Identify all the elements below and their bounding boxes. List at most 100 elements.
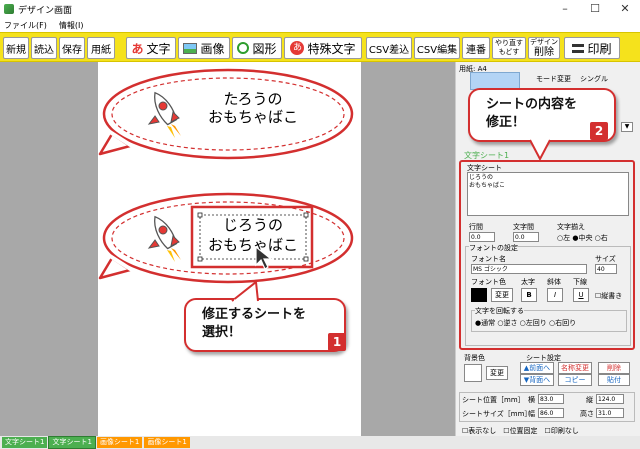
shape-label: 図形 (252, 41, 277, 56)
shape-button[interactable]: 図形 (232, 37, 282, 59)
font-settings-label: フォントの設定 (469, 243, 518, 253)
paste-button[interactable]: 貼付 (598, 374, 630, 386)
rotate-options[interactable]: ●通常 ○逆さ ○左回り ○右回り (475, 318, 576, 328)
vertical-checkbox[interactable]: ☐縦書き (595, 291, 622, 301)
delete-label: 削除 (534, 47, 554, 58)
text-icon: あ (131, 41, 144, 56)
tab-text-sheet-1-selected[interactable]: 文字シート1 (48, 436, 96, 449)
callout-pointer (529, 139, 551, 161)
height-label: 高さ (580, 410, 594, 418)
menu-file[interactable]: ファイル(F) (4, 20, 47, 31)
rot-right: 右回り (555, 319, 577, 327)
text-content-textarea[interactable]: じろうの おもちゃばこ (467, 172, 629, 216)
dropdown-arrow-icon[interactable]: ▼ (621, 122, 633, 132)
save-label: 保存 (62, 44, 82, 56)
size-mm-label: シートサイズ［mm］ (462, 410, 532, 418)
resize-handle[interactable] (303, 256, 309, 262)
text-sheet-1[interactable]: たろうの おもちゃばこ (198, 90, 308, 126)
lock-label: 位置固定 (509, 427, 538, 435)
maximize-button[interactable]: ☐ (580, 0, 610, 18)
textarea-line2: おもちゃばこ (469, 182, 506, 189)
align-center-label: 中央 (578, 234, 593, 242)
italic-label: 斜体 (547, 278, 561, 286)
pos-x-label: 横 (528, 396, 535, 404)
char-spacing-input[interactable]: 0.0 (513, 232, 539, 242)
callout-top-line1: シートの内容を (486, 97, 578, 112)
special-text-icon: あ (290, 41, 305, 55)
pos-x-input[interactable]: 83.0 (538, 394, 564, 404)
underline-button[interactable]: U (573, 288, 589, 302)
width-input[interactable]: 86.0 (538, 408, 564, 418)
save-button[interactable]: 保存 (59, 37, 85, 59)
bold-label: 太字 (521, 278, 535, 286)
image-label: 画像 (200, 41, 225, 56)
callout-bottom-line1: 修正するシートを (202, 307, 307, 322)
font-select[interactable]: MS ゴシック (471, 264, 587, 274)
to-back-button[interactable]: ▼背面へ (520, 374, 554, 386)
line-spacing-input[interactable]: 0.0 (469, 232, 495, 242)
step-badge-2: 2 (590, 122, 608, 140)
copy-button[interactable]: コピー (558, 374, 592, 386)
app-icon (4, 4, 14, 14)
font-color-change-button[interactable]: 変更 (491, 288, 513, 302)
sheet1-line1: たろうの (223, 90, 283, 108)
undo-button[interactable]: もどす (499, 48, 520, 57)
pos-y-input[interactable]: 124.0 (596, 394, 624, 404)
design-label: デザイン (530, 38, 558, 46)
paper: たろうの おもちゃばこ じろうの おもちゃばこ (98, 62, 361, 436)
rename-button[interactable]: 名称変更 (558, 362, 592, 374)
close-button[interactable]: ✕ (610, 0, 640, 18)
bold-button[interactable]: B (521, 288, 537, 302)
pos-y-label: 縦 (586, 396, 593, 404)
align-right-label: 右 (600, 234, 608, 242)
align-label: 文字揃え (557, 223, 585, 231)
resize-handle[interactable] (197, 256, 203, 262)
new-label: 新規 (6, 44, 26, 56)
hide-label: 表示なし (468, 427, 497, 435)
delete-button[interactable]: デザイン 削除 (528, 37, 560, 59)
bg-color-change-button[interactable]: 変更 (486, 366, 508, 380)
callout-select-sheet: 修正するシートを 選択！ (184, 298, 346, 352)
no-print-label: 印刷なし (550, 427, 579, 435)
font-name-label: フォント名 (471, 255, 506, 263)
title-bar: デザイン画面 – ☐ ✕ (0, 0, 640, 18)
menu-info[interactable]: 情報(I) (59, 20, 84, 31)
csv-insert-label: CSV差込 (368, 44, 410, 56)
paper-button[interactable]: 用紙 (87, 37, 115, 59)
image-button[interactable]: 画像 (178, 37, 230, 59)
csv-edit-button[interactable]: CSV編集 (414, 37, 460, 59)
single-label: シングル (580, 75, 608, 83)
tab-image-sheet-1b[interactable]: 画像シート1 (144, 437, 190, 448)
csv-insert-button[interactable]: CSV差込 (366, 37, 412, 59)
rot-reverse: 逆さ (503, 319, 518, 327)
text-sheet-2[interactable]: じろうの おもちゃばこ (198, 215, 308, 255)
tab-image-sheet-1[interactable]: 画像シート1 (96, 437, 143, 448)
serial-label: 連番 (466, 44, 486, 56)
position-label: シート位置［mm］ (462, 396, 525, 404)
text-button[interactable]: あ文字 (126, 37, 176, 59)
redo-undo-group: やり直す もどす (492, 37, 526, 59)
align-left-label: 左 (563, 234, 571, 242)
tab-text-sheet-1[interactable]: 文字シート1 (2, 437, 48, 448)
circle-icon (237, 42, 250, 54)
serial-button[interactable]: 連番 (462, 37, 490, 59)
text-sheet-editor: 文字シート じろうの おもちゃばこ 行間 0.0 文字間 0.0 文字揃え ○左… (459, 160, 635, 350)
height-input[interactable]: 31.0 (596, 408, 624, 418)
align-options[interactable]: ○左 ●中央 ○右 (557, 233, 608, 243)
minimize-button[interactable]: – (550, 0, 580, 18)
mode-change-button[interactable]: モード変更 (536, 74, 571, 84)
delete-sheet-button[interactable]: 削除 (598, 362, 630, 374)
printer-icon (572, 43, 585, 53)
new-button[interactable]: 新規 (3, 37, 29, 59)
print-button[interactable]: 印刷 (564, 37, 620, 59)
checkbox-row[interactable]: ☐表示なし ☐位置固定 ☐印刷なし (462, 426, 579, 436)
to-front-button[interactable]: ▲前面へ (520, 362, 554, 374)
size-input[interactable]: 40 (595, 264, 617, 274)
italic-button[interactable]: I (547, 288, 563, 302)
rotate-label: 文字を回転する (475, 306, 524, 316)
open-button[interactable]: 読込 (31, 37, 57, 59)
redo-button[interactable]: やり直す (495, 39, 523, 48)
sheet-tabs: 文字シート1 文字シート1 画像シート1 画像シート1 (0, 436, 640, 449)
toolbar: 新規 読込 保存 用紙 あ文字 画像 図形 あ特殊文字 CSV差込 CSV編集 … (0, 32, 640, 62)
special-text-button[interactable]: あ特殊文字 (284, 37, 362, 59)
